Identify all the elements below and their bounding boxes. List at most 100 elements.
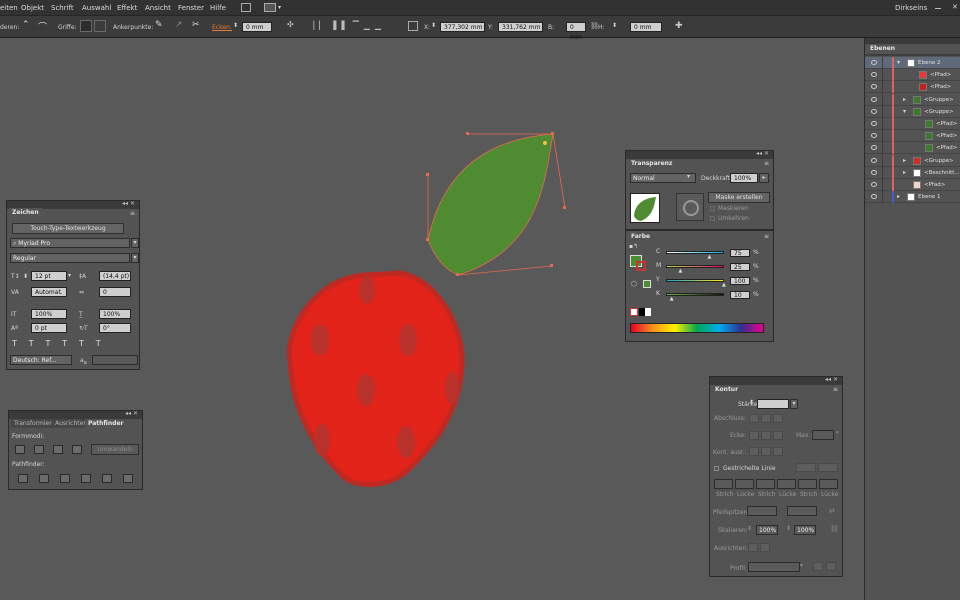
intersect-icon[interactable]	[53, 445, 63, 454]
channel-slider[interactable]	[666, 293, 724, 296]
antialias-field[interactable]	[92, 355, 138, 365]
layer-row[interactable]: <Pfad>	[865, 81, 960, 94]
default-colors-icon[interactable]: ▪↰	[629, 243, 638, 250]
panel-menu-icon[interactable]: ≡	[833, 386, 838, 393]
layer-row[interactable]: <Pfad>	[865, 142, 960, 155]
layer-row[interactable]: ▸ <Gruppe>	[865, 154, 960, 167]
layer-row[interactable]: ▸ <Beschnitt...	[865, 166, 960, 179]
merge-icon[interactable]	[60, 474, 70, 483]
invert-mask-checkbox[interactable]	[710, 216, 715, 221]
kerning-field[interactable]: Automat.	[31, 287, 67, 297]
link-scale-icon[interactable]: ⛓	[830, 525, 839, 533]
arrow-end-icon[interactable]	[760, 543, 770, 552]
start-scale-field[interactable]: 100%	[756, 525, 778, 535]
lock-toggle[interactable]	[882, 93, 883, 106]
panel-titlebar[interactable]: ◂◂ ✕	[626, 150, 773, 159]
end-arrow-field[interactable]	[787, 506, 817, 516]
menu-bearbeiten[interactable]: eiten	[0, 4, 18, 12]
text-style-buttons-icon[interactable]: TTTTTT	[12, 339, 113, 348]
stepper-icon[interactable]: ⬍	[747, 525, 752, 532]
crop-icon[interactable]	[81, 474, 91, 483]
y-position-field[interactable]: 331,762 mm	[498, 22, 543, 32]
visibility-eye-icon[interactable]	[871, 157, 877, 163]
font-family-field[interactable]: ⌕ Myriad Pro	[10, 238, 130, 248]
baseline-shift-field[interactable]: 0 pt	[31, 323, 67, 333]
corner-stepper-icon[interactable]: ⬍	[233, 22, 238, 29]
lock-toggle[interactable]	[882, 69, 883, 82]
menu-fenster[interactable]: Fenster	[178, 4, 204, 12]
visibility-eye-icon[interactable]	[871, 121, 877, 126]
visibility-eye-icon[interactable]	[871, 96, 877, 102]
leaf[interactable]	[426, 132, 566, 276]
cut-path-icon[interactable]: ✂	[192, 20, 204, 32]
chevron-down-icon[interactable]: ▾	[790, 399, 798, 409]
stepper-icon[interactable]: ⬍	[749, 399, 754, 406]
miter-limit-field[interactable]	[812, 430, 834, 440]
layer-row[interactable]: <Pfad>	[865, 179, 960, 191]
visibility-eye-icon[interactable]	[871, 108, 877, 114]
chevron-right-icon[interactable]: ▸	[897, 193, 900, 200]
dash-field[interactable]	[777, 479, 796, 489]
channel-slider[interactable]	[666, 265, 724, 268]
make-mask-button[interactable]: Maske erstellen	[708, 192, 770, 203]
minimize-icon[interactable]	[935, 8, 941, 9]
projecting-cap-icon[interactable]	[773, 414, 783, 423]
channel-value-field[interactable]: 100	[730, 277, 750, 285]
minus-front-icon[interactable]	[34, 445, 44, 454]
width-field[interactable]: 0 mm	[566, 22, 586, 41]
layer-row[interactable]: <Pfad>	[865, 130, 960, 143]
align-inside-icon[interactable]	[761, 447, 771, 456]
touch-type-button[interactable]: Touch-Type-Textwerkzeug	[12, 223, 124, 234]
panel-menu-icon[interactable]: ≡	[130, 210, 135, 217]
chevron-down-icon[interactable]: ▾	[131, 238, 139, 248]
bevel-join-icon[interactable]	[773, 431, 783, 440]
tab-kontur[interactable]: Kontur	[712, 385, 742, 394]
connect-anchor-icon[interactable]: ↗	[175, 20, 187, 32]
end-scale-field[interactable]: 100%	[794, 525, 816, 535]
menu-auswahl[interactable]: Auswahl	[82, 4, 111, 12]
hide-handles-icon[interactable]	[94, 20, 106, 32]
channel-value-field[interactable]: 10	[730, 291, 750, 299]
chevron-right-icon[interactable]: ▸	[903, 169, 906, 176]
color-spectrum[interactable]	[630, 323, 764, 333]
object-thumbnail[interactable]	[630, 193, 660, 223]
round-cap-icon[interactable]	[761, 414, 771, 423]
arrange-documents-icon[interactable]	[264, 3, 276, 12]
panel-menu-icon[interactable]: ≡	[764, 233, 769, 240]
align-center-icon[interactable]	[749, 447, 759, 456]
lock-toggle[interactable]	[882, 142, 883, 155]
chevron-down-icon[interactable]: ▾	[836, 430, 839, 436]
lock-toggle[interactable]	[882, 154, 883, 167]
channel-value-field[interactable]: 25	[730, 263, 750, 271]
leading-field[interactable]: (14,4 pt)	[99, 271, 131, 281]
strawberry[interactable]	[286, 270, 465, 488]
menu-effekt[interactable]: Effekt	[117, 4, 137, 12]
lock-toggle[interactable]	[882, 166, 883, 179]
visibility-eye-icon[interactable]	[871, 145, 877, 151]
visibility-eye-icon[interactable]	[871, 60, 877, 65]
panel-titlebar[interactable]: ◂◂ ✕	[9, 410, 142, 419]
visibility-eye-icon[interactable]	[871, 84, 877, 90]
x-stepper-icon[interactable]: ⬍	[431, 22, 436, 29]
chevron-right-icon[interactable]: ▸	[903, 96, 906, 103]
flip-horizontal-icon[interactable]	[813, 562, 823, 571]
channel-slider[interactable]	[666, 251, 724, 254]
menu-schrift[interactable]: Schrift	[51, 4, 74, 12]
lock-toggle[interactable]	[882, 118, 883, 130]
expand-button[interactable]: Umwandeln	[91, 444, 139, 455]
panel-titlebar[interactable]: ◂◂ ✕	[710, 376, 842, 385]
none-swatch[interactable]	[630, 308, 638, 316]
collapse-icon[interactable]: ◂◂ ✕	[125, 410, 138, 417]
tab-farbe[interactable]: Farbe	[628, 232, 654, 241]
slider-handle-icon[interactable]: ▲	[722, 282, 726, 288]
layer-row[interactable]: <Pfad>	[865, 69, 960, 82]
collapse-icon[interactable]: ◂◂ ✕	[122, 200, 135, 207]
collapse-icon[interactable]: ◂◂ ✕	[756, 150, 769, 157]
lock-toggle[interactable]	[882, 179, 883, 191]
show-handles-icon[interactable]	[80, 20, 92, 32]
visibility-eye-icon[interactable]	[871, 182, 877, 187]
dash-align-icon[interactable]	[818, 463, 838, 472]
dash-preserve-icon[interactable]	[796, 463, 816, 472]
dash-field[interactable]	[735, 479, 754, 489]
convert-smooth-icon[interactable]: ⌒	[38, 20, 50, 33]
